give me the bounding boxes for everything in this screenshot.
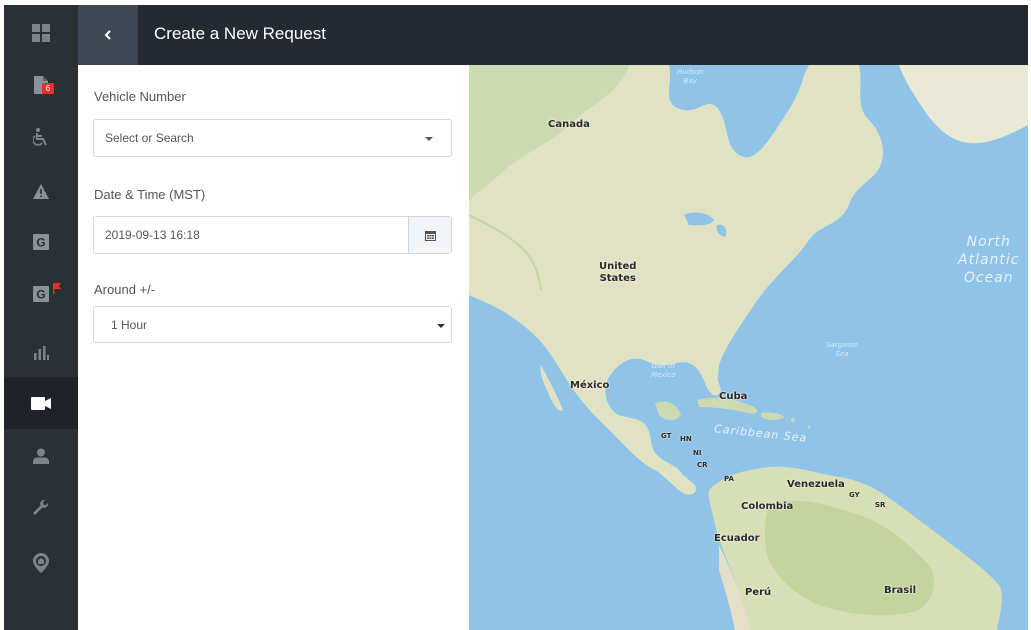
calendar-button[interactable] bbox=[408, 217, 451, 253]
g-box-flag-icon: G bbox=[33, 286, 49, 302]
video-camera-icon bbox=[31, 396, 51, 410]
calendar-icon bbox=[424, 230, 436, 241]
sidebar-item-reports[interactable] bbox=[4, 327, 78, 379]
map-label-canada: Canada bbox=[548, 119, 590, 130]
map-label-gy: GY bbox=[849, 491, 860, 499]
flag-icon bbox=[53, 283, 61, 294]
date-time-label: Date & Time (MST) bbox=[94, 187, 206, 202]
page-header: Create a New Request bbox=[78, 5, 1028, 65]
wrench-icon bbox=[33, 500, 49, 515]
map-label-sr: SR bbox=[875, 501, 886, 509]
sidebar-item-accessibility[interactable] bbox=[4, 111, 78, 163]
map-label-hn: HN bbox=[680, 435, 692, 443]
around-label: Around +/- bbox=[94, 282, 156, 297]
map-label-cr: CR bbox=[697, 461, 708, 469]
svg-text:G: G bbox=[36, 288, 45, 302]
back-button[interactable] bbox=[78, 5, 138, 65]
map-label-united-states: United States bbox=[599, 261, 637, 284]
map-label-colombia: Colombia bbox=[741, 501, 794, 512]
request-form: Vehicle Number Select or Search Date & T… bbox=[78, 65, 469, 630]
around-value: 1 Hour bbox=[111, 318, 148, 332]
page-title: Create a New Request bbox=[154, 24, 326, 43]
warning-icon bbox=[33, 183, 49, 199]
map-label-peru: Perú bbox=[745, 587, 772, 598]
sidebar-nav: 6 G G bbox=[4, 5, 78, 630]
sidebar-item-users[interactable] bbox=[4, 430, 78, 482]
vehicle-number-placeholder: Select or Search bbox=[105, 131, 194, 145]
user-icon bbox=[33, 448, 49, 464]
chevron-down-icon bbox=[437, 324, 445, 328]
chevron-down-icon bbox=[425, 137, 433, 141]
chevron-left-icon bbox=[104, 30, 111, 40]
notification-badge: 6 bbox=[42, 83, 54, 94]
map-label-gulf-of-mexico: Gulf of Mexico bbox=[651, 362, 676, 379]
sidebar-item-dashboard[interactable] bbox=[4, 7, 78, 59]
map-label-ni: NI bbox=[693, 449, 702, 457]
map-label-gt: GT bbox=[661, 432, 672, 440]
g-box-icon: G bbox=[33, 234, 49, 250]
around-select[interactable]: 1 Hour bbox=[93, 306, 452, 343]
map-basemap bbox=[469, 65, 1028, 630]
map-label-ecuador: Ecuador bbox=[714, 533, 760, 544]
grid-icon bbox=[32, 24, 50, 42]
vehicle-number-label: Vehicle Number bbox=[94, 89, 186, 104]
sidebar-item-documents[interactable]: 6 bbox=[4, 59, 78, 111]
svg-text:G: G bbox=[36, 236, 45, 250]
map-label-pa: PA bbox=[724, 475, 734, 483]
map-label-brasil: Brasil bbox=[884, 585, 917, 596]
sidebar-item-geofence[interactable]: G bbox=[4, 216, 78, 268]
app-frame: 6 G G Create a New Request Vehicle Numbe… bbox=[4, 5, 1028, 630]
date-time-value: 2019-09-13 16:18 bbox=[105, 228, 200, 242]
sidebar-item-video[interactable] bbox=[4, 377, 78, 429]
vehicle-number-select[interactable]: Select or Search bbox=[93, 119, 452, 157]
date-time-input[interactable]: 2019-09-13 16:18 bbox=[93, 216, 452, 254]
sidebar-item-alerts[interactable] bbox=[4, 165, 78, 217]
map-label-mexico: México bbox=[570, 380, 610, 391]
sidebar-item-geofence-flag[interactable]: G bbox=[4, 268, 78, 320]
map-label-hudson-bay: Hudson Bay bbox=[677, 68, 704, 85]
map-label-north-atlantic-ocean: North Atlantic Ocean bbox=[958, 234, 1020, 286]
wheelchair-icon bbox=[33, 128, 47, 146]
map-label-sargasso-sea: Sargasso Sea bbox=[826, 341, 858, 358]
map-view[interactable]: Hudson Bay Canada United States North At… bbox=[469, 65, 1028, 630]
map-label-cuba: Cuba bbox=[719, 391, 748, 402]
sidebar-item-settings[interactable] bbox=[4, 482, 78, 534]
location-pin-icon bbox=[33, 553, 49, 573]
bar-chart-icon bbox=[34, 346, 49, 360]
sidebar-item-locations[interactable] bbox=[4, 537, 78, 589]
map-label-venezuela: Venezuela bbox=[787, 479, 845, 490]
